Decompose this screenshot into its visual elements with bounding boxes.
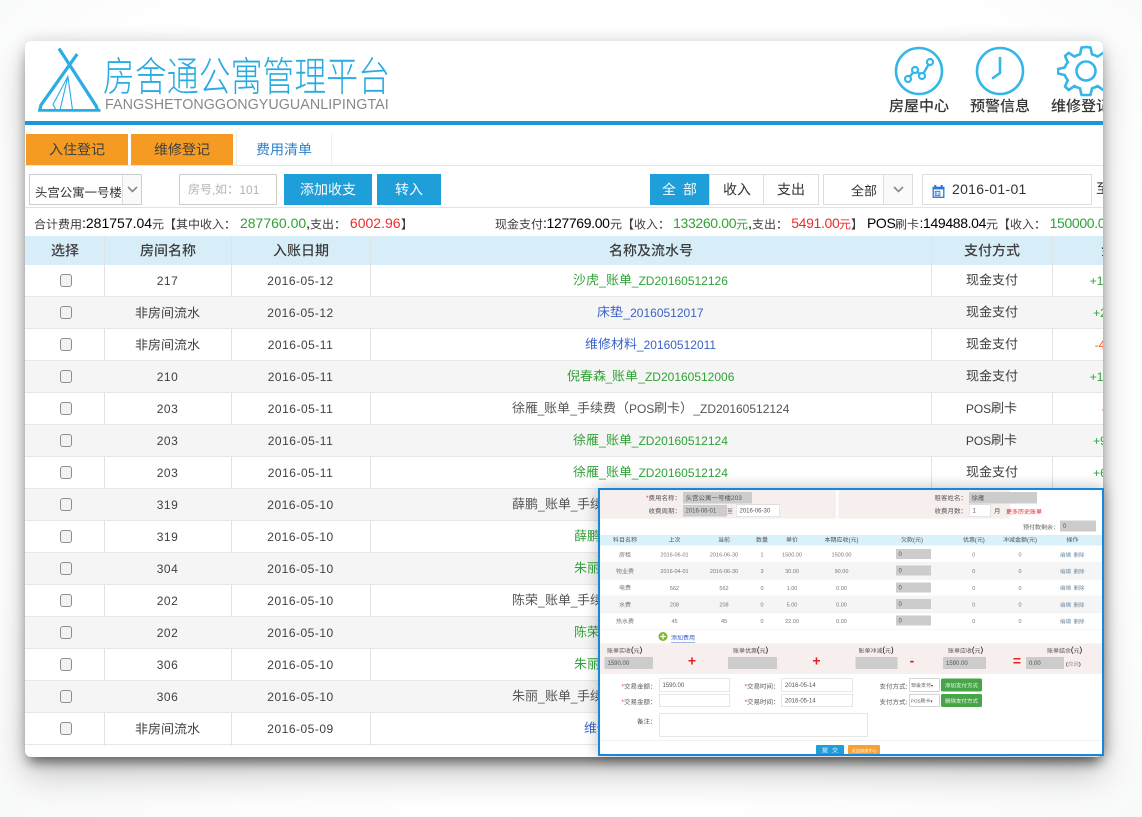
svg-text:6: 6: [936, 191, 939, 197]
